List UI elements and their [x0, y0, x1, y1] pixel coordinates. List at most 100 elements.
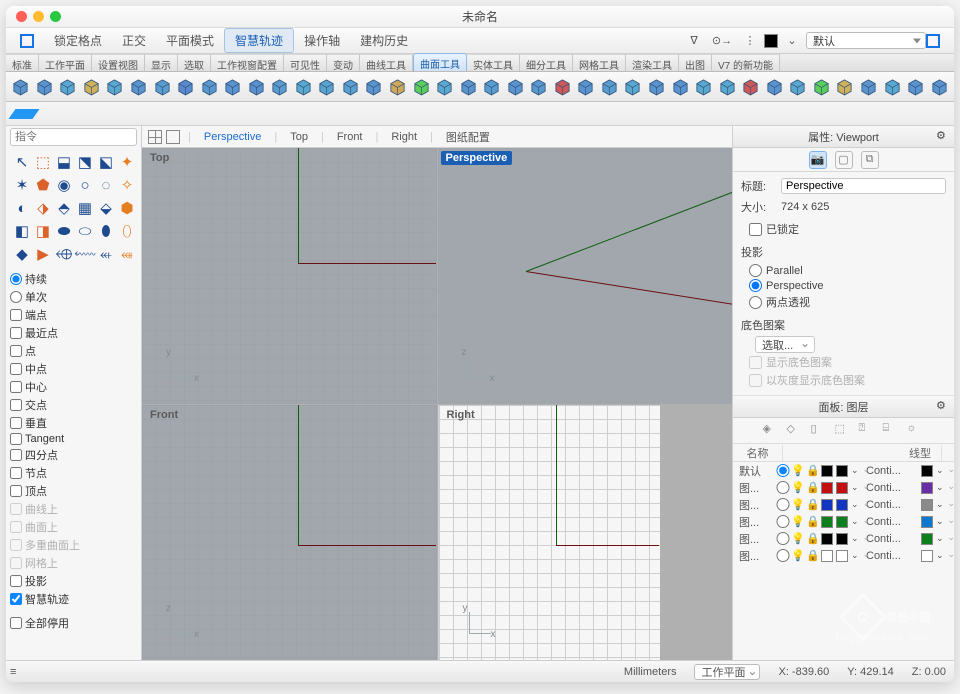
tab-10[interactable]: 实体工具 [467, 54, 520, 71]
tool-8[interactable] [198, 76, 220, 98]
osnap-mode-0[interactable] [10, 273, 22, 285]
tool-24[interactable] [575, 76, 597, 98]
palette-tool-16[interactable]: ⬙ [96, 198, 116, 218]
gear-icon[interactable]: ⚙ [936, 129, 950, 143]
locked-checkbox[interactable] [749, 223, 762, 236]
tool-6[interactable] [151, 76, 173, 98]
osnap-2[interactable] [10, 345, 22, 357]
tab-12[interactable]: 网格工具 [573, 54, 626, 71]
palette-tool-25[interactable]: ▶ [33, 244, 53, 264]
color-swatch[interactable] [764, 34, 778, 48]
tool-5[interactable] [128, 76, 150, 98]
palette-tool-4[interactable]: ⬕ [96, 152, 116, 172]
cplane-dropdown[interactable]: 工作平面 [694, 664, 760, 680]
palette-tool-17[interactable]: ⬢ [117, 198, 137, 218]
vp-tab-top[interactable]: Top [285, 131, 313, 143]
menu-icon[interactable]: ≡ [10, 666, 16, 678]
filter-icon[interactable]: ∇ [684, 31, 704, 51]
page-icon[interactable]: ▯ [811, 422, 829, 440]
osnap-7[interactable] [10, 433, 22, 445]
palette-tool-8[interactable]: ◉ [54, 175, 74, 195]
palette-tool-27[interactable]: ⬳ [75, 244, 95, 264]
palette-tool-29[interactable]: ⬵ [117, 244, 137, 264]
viewport-front[interactable]: Front xz [142, 405, 437, 661]
tool-30[interactable] [716, 76, 738, 98]
layers-icon[interactable] [12, 107, 36, 121]
tool-10[interactable] [245, 76, 267, 98]
viewport-perspective[interactable]: Perspective xz [438, 148, 733, 404]
tool-3[interactable] [81, 76, 103, 98]
layer-row[interactable]: 默认💡🔒⌄Conti...⌄ [733, 462, 954, 479]
tab-15[interactable]: V7 的新功能 [712, 54, 780, 71]
layer-dropdown[interactable]: 默认 [806, 32, 926, 49]
gear-icon[interactable]: ⚙ [936, 399, 950, 413]
tool-11[interactable] [269, 76, 291, 98]
layers-icon[interactable]: ◈ [763, 422, 781, 440]
tool-19[interactable] [457, 76, 479, 98]
tab-13[interactable]: 渲染工具 [626, 54, 679, 71]
cube-icon[interactable]: ⬚ [835, 422, 853, 440]
tool-29[interactable] [693, 76, 715, 98]
palette-tool-15[interactable]: ▦ [75, 198, 95, 218]
tool-4[interactable] [104, 76, 126, 98]
viewport-title-input[interactable] [781, 178, 946, 194]
layer-row[interactable]: 图...💡🔒⌄Conti...⌄ [733, 513, 954, 530]
tool-23[interactable] [552, 76, 574, 98]
dropdown-toggle[interactable]: ⌄ [782, 31, 802, 51]
tool-7[interactable] [175, 76, 197, 98]
osnap-9[interactable] [10, 467, 22, 479]
tool-32[interactable] [764, 76, 786, 98]
tool-1[interactable] [34, 76, 56, 98]
tool-25[interactable] [599, 76, 621, 98]
layer-row[interactable]: 图...💡🔒⌄Conti...⌄ [733, 479, 954, 496]
menu-gumball[interactable]: 操作轴 [294, 28, 350, 53]
tool-39[interactable] [928, 76, 950, 98]
layer-row[interactable]: 图...💡🔒⌄Conti...⌄ [733, 530, 954, 547]
tab-1[interactable]: 工作平面 [39, 54, 92, 71]
camera-tab-icon[interactable]: 📷 [809, 151, 827, 169]
tab-8[interactable]: 曲线工具 [360, 54, 413, 71]
tool-21[interactable] [504, 76, 526, 98]
osnap-10[interactable] [10, 485, 22, 497]
menu-history[interactable]: 建构历史 [350, 28, 418, 53]
osnap-6[interactable] [10, 417, 22, 429]
viewport-top[interactable]: Top xy [142, 148, 437, 404]
layer-row[interactable]: 图...💡🔒⌄Conti...⌄ [733, 496, 954, 513]
osnap-4[interactable] [10, 381, 22, 393]
palette-tool-0[interactable]: ↖ [12, 152, 32, 172]
menu-ortho[interactable]: 正交 [112, 28, 156, 53]
vp-tab-right[interactable]: Right [386, 131, 422, 143]
tool-14[interactable] [340, 76, 362, 98]
palette-tool-6[interactable]: ✶ [12, 175, 32, 195]
palette-tool-5[interactable]: ✦ [117, 152, 137, 172]
tool-13[interactable] [316, 76, 338, 98]
wallpaper-select[interactable]: 选取... [755, 336, 815, 353]
tool-27[interactable] [646, 76, 668, 98]
tab-6[interactable]: 可见性 [284, 54, 327, 71]
osnap-5[interactable] [10, 399, 22, 411]
palette-tool-23[interactable]: ⬯ [117, 221, 137, 241]
vp-tab-perspective[interactable]: Perspective [199, 131, 266, 143]
osnap-3[interactable] [10, 363, 22, 375]
palette-tool-10[interactable]: ◌ [96, 175, 116, 195]
palette-tool-12[interactable]: ◐ [12, 198, 32, 218]
palette-tool-14[interactable]: ⬘ [54, 198, 74, 218]
proj-parallel[interactable] [749, 264, 762, 277]
palette-tool-20[interactable]: ⬬ [54, 221, 74, 241]
tool-33[interactable] [787, 76, 809, 98]
tab-3[interactable]: 显示 [145, 54, 178, 71]
sort-icon[interactable]: ⋮ [740, 31, 760, 51]
single-view-icon[interactable] [166, 130, 180, 144]
palette-tool-3[interactable]: ⬔ [75, 152, 95, 172]
menu-grid-snap[interactable]: 锁定格点 [44, 28, 112, 53]
layer-row[interactable]: 图...💡🔒⌄Conti...⌄ [733, 547, 954, 564]
monitor-icon[interactable]: ⌸ [883, 422, 901, 440]
palette-tool-18[interactable]: ◧ [12, 221, 32, 241]
tab-9[interactable]: 曲面工具 [413, 53, 467, 71]
palette-tool-22[interactable]: ⬮ [96, 221, 116, 241]
proj-perspective[interactable] [749, 279, 762, 292]
tool-22[interactable] [528, 76, 550, 98]
osnap-disable-all[interactable] [10, 617, 22, 629]
palette-tool-1[interactable]: ⬚ [33, 152, 53, 172]
osnap-8[interactable] [10, 449, 22, 461]
